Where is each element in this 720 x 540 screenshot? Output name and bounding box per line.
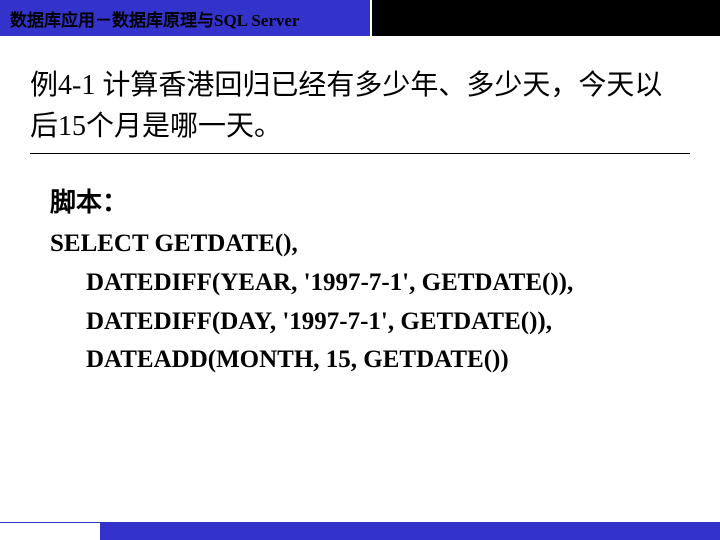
code-line-3: DATEDIFF(DAY, '1997-7-1', GETDATE()), [50,303,690,342]
bottom-bar [0,522,720,540]
example-heading: 例4-1 计算香港回归已经有多少年、多少天，今天以后15个月是哪一天。 [30,66,690,147]
header-title: 数据库应用－数据库原理与SQL Server [10,6,299,31]
script-label: 脚本： [50,182,690,219]
example-title-block: 例4-1 计算香港回归已经有多少年、多少天，今天以后15个月是哪一天。 [30,66,690,147]
header-tab: 数据库应用－数据库原理与SQL Server [0,0,370,36]
script-block: 脚本： SELECT GETDATE(), DATEDIFF(YEAR, '19… [30,182,690,380]
code-line-1: SELECT GETDATE(), [50,225,690,264]
title-underline [30,153,690,154]
bottom-tab [0,522,100,540]
top-bar-remainder [372,0,720,36]
code-line-2: DATEDIFF(YEAR, '1997-7-1', GETDATE()), [50,264,690,303]
code-line-4: DATEADD(MONTH, 15, GETDATE()) [50,341,690,380]
bottom-divider [100,522,102,540]
top-bar: 数据库应用－数据库原理与SQL Server [0,0,720,36]
slide-content: 例4-1 计算香港回归已经有多少年、多少天，今天以后15个月是哪一天。 脚本： … [0,36,720,380]
